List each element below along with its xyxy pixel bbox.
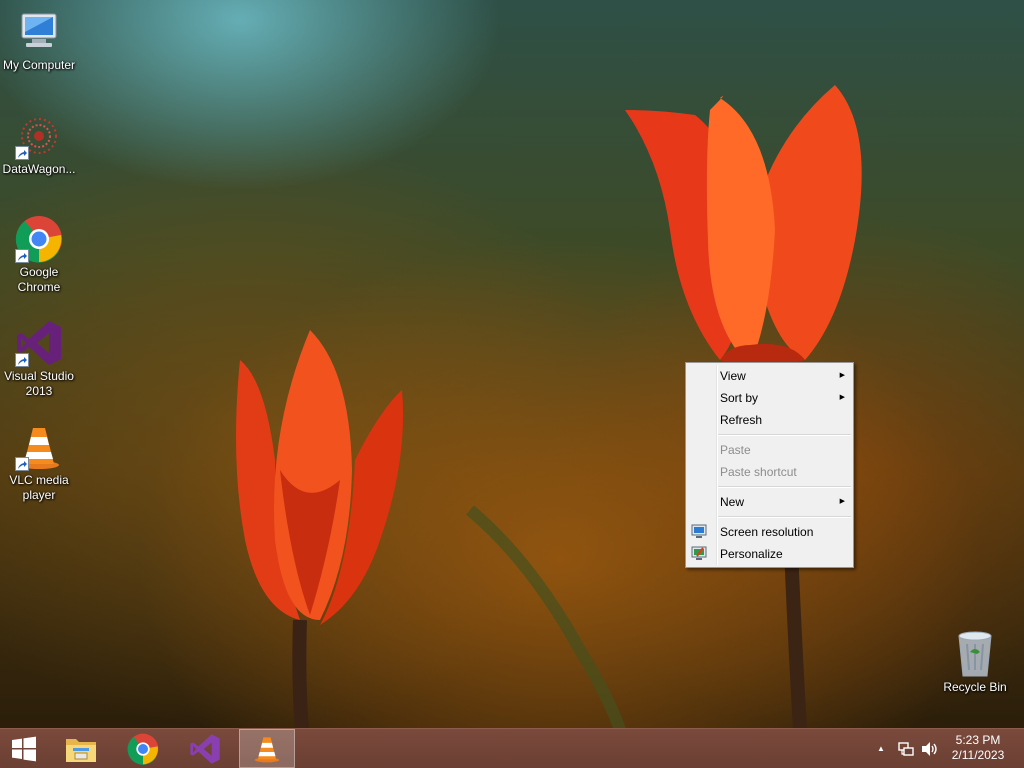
wallpaper-leaf: [466, 505, 626, 728]
desktop-icon-label: Visual Studio 2013: [4, 369, 74, 398]
menu-item-label: Paste shortcut: [720, 465, 797, 479]
show-hidden-icons-button[interactable]: ▲: [872, 729, 890, 768]
taskbar-chrome[interactable]: [115, 729, 171, 768]
chevron-up-icon: ▲: [877, 744, 885, 753]
submenu-arrow-icon: ▶: [839, 372, 845, 379]
windows-logo-icon: [12, 736, 36, 761]
menu-separator: [718, 516, 851, 518]
taskbar: ▲ 5:23 PM 2/11/2023: [0, 728, 1024, 768]
menu-item-personalize[interactable]: Personalize: [686, 543, 853, 565]
menu-item-label: Personalize: [720, 547, 783, 561]
chrome-icon: [15, 215, 63, 263]
menu-separator: [718, 486, 851, 488]
desktop-icon-label: Google Chrome: [17, 265, 61, 294]
datawagon-icon: [15, 112, 63, 160]
menu-item-label: Sort by: [720, 391, 759, 405]
menu-item-screen-resolution[interactable]: Screen resolution: [686, 521, 853, 543]
desktop-icon-google-chrome[interactable]: Google Chrome: [0, 215, 78, 295]
submenu-arrow-icon: ▶: [839, 498, 845, 505]
desktop-icon-label: Recycle Bin: [943, 680, 1007, 694]
desktop-icon-label: VLC media player: [9, 473, 69, 502]
file-explorer-icon: [66, 738, 96, 762]
desktop-icon-visual-studio[interactable]: Visual Studio 2013: [0, 319, 78, 399]
menu-item-label: Paste: [720, 443, 751, 457]
menu-item-view[interactable]: View ▶: [686, 365, 853, 387]
menu-item-label: New: [720, 495, 745, 509]
menu-separator: [718, 434, 851, 436]
menu-item-new[interactable]: New ▶: [686, 491, 853, 513]
taskbar-file-explorer[interactable]: [53, 729, 109, 768]
vlc-icon: [254, 736, 280, 762]
taskbar-clock[interactable]: 5:23 PM 2/11/2023: [946, 733, 1010, 763]
desktop-icon-label: My Computer: [2, 58, 76, 72]
shortcut-arrow-icon: [15, 146, 29, 160]
desktop-icon-my-computer[interactable]: My Computer: [0, 8, 78, 73]
menu-item-sort-by[interactable]: Sort by ▶: [686, 387, 853, 409]
start-button[interactable]: [0, 729, 48, 768]
menu-item-refresh[interactable]: Refresh: [686, 409, 853, 431]
shortcut-arrow-icon: [15, 457, 29, 471]
menu-item-label: Screen resolution: [720, 525, 814, 539]
taskbar-visual-studio[interactable]: [177, 729, 233, 768]
network-tray-button[interactable]: [896, 729, 916, 768]
screen-resolution-icon: [691, 524, 707, 538]
desktop-icon-label: DataWagon...: [2, 162, 76, 176]
submenu-arrow-icon: ▶: [839, 394, 845, 401]
menu-item-paste[interactable]: Paste: [686, 439, 853, 461]
taskbar-vlc[interactable]: [239, 729, 295, 768]
menu-item-label: View: [720, 369, 746, 383]
computer-icon: [15, 8, 63, 56]
visual-studio-icon: [190, 733, 220, 764]
desktop-icon-recycle-bin[interactable]: Recycle Bin: [936, 630, 1014, 695]
desktop-icon-datawagon[interactable]: DataWagon...: [0, 112, 78, 177]
shortcut-arrow-icon: [15, 249, 29, 263]
menu-item-label: Refresh: [720, 413, 763, 427]
recycle-bin-icon: [951, 630, 999, 678]
clock-date: 2/11/2023: [951, 748, 1005, 762]
menu-item-paste-shortcut[interactable]: Paste shortcut: [686, 461, 853, 483]
desktop-context-menu: View ▶ Sort by ▶ Refresh Paste Paste sho…: [685, 362, 854, 568]
personalize-icon: [691, 546, 707, 560]
shortcut-arrow-icon: [15, 353, 29, 367]
desktop[interactable]: My Computer DataWagon... Google Chrome V…: [0, 0, 1024, 728]
vlc-icon: [15, 423, 63, 471]
clock-time: 5:23 PM: [955, 733, 1001, 747]
volume-icon: [922, 741, 937, 756]
network-icon: [898, 741, 914, 756]
volume-tray-button[interactable]: [920, 729, 940, 768]
visual-studio-icon: [15, 319, 63, 367]
desktop-icon-vlc[interactable]: VLC media player: [0, 423, 78, 503]
wallpaper-tulip-left: [236, 330, 404, 728]
chrome-icon: [127, 733, 159, 765]
